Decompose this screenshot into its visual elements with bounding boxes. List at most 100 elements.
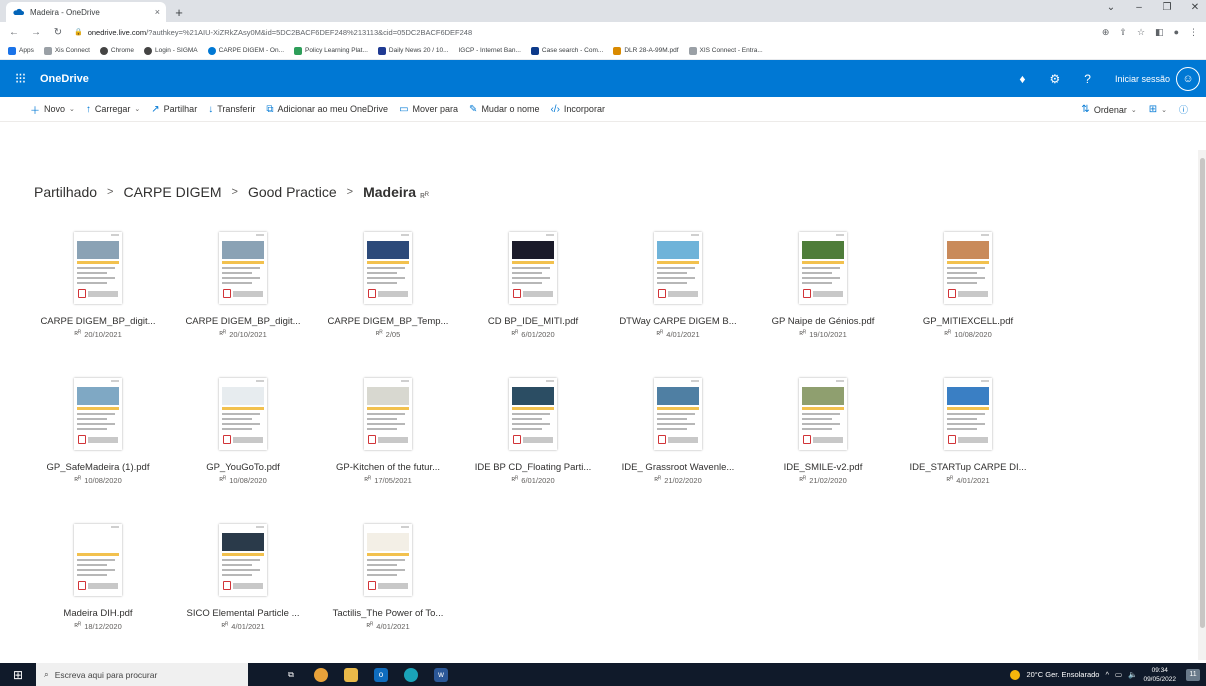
file-thumbnail[interactable] (364, 378, 412, 450)
share-page-icon[interactable]: ⇪ (1119, 27, 1127, 38)
close-window-icon[interactable]: ✕ (1188, 2, 1202, 13)
file-tile[interactable]: IDE_STARTup CARPE DI... ʀᴿ 4/01/2021 (898, 378, 1038, 485)
file-name[interactable]: IDE BP CD_Floating Parti... (463, 462, 603, 473)
breadcrumb-item-good-practice[interactable]: Good Practice (248, 184, 337, 200)
file-tile[interactable]: GP_MITIEXCELL.pdf ʀᴿ 10/08/2020 (898, 232, 1038, 339)
file-thumbnail[interactable] (74, 232, 122, 304)
file-name[interactable]: DTWay CARPE DIGEM B... (608, 316, 748, 327)
file-thumbnail[interactable] (219, 378, 267, 450)
bookmark-item[interactable]: Case search - Com... (530, 46, 603, 55)
file-tile[interactable]: Tactilis_The Power of To... ʀᴿ 4/01/2021 (318, 524, 458, 631)
file-name[interactable]: GP Naipe de Génios.pdf (753, 316, 893, 327)
sort-button[interactable]: ⇅ Ordenar ⌄ (1081, 104, 1136, 115)
rename-button[interactable]: ✎ Mudar o nome (469, 104, 539, 115)
view-switcher-button[interactable]: ⊞ ⌄ (1149, 104, 1167, 115)
file-thumbnail[interactable] (364, 232, 412, 304)
file-name[interactable]: Madeira DIH.pdf (28, 608, 168, 619)
bookmark-star-icon[interactable]: ☆ (1137, 27, 1145, 38)
add-to-onedrive-button[interactable]: ⧉ Adicionar ao meu OneDrive (266, 104, 388, 115)
file-tile[interactable]: GP-Kitchen of the futur... ʀᴿ 17/05/2021 (318, 378, 458, 485)
file-thumbnail[interactable] (509, 232, 557, 304)
file-tile[interactable]: CARPE DIGEM_BP_Temp... ʀᴿ 2/05 (318, 232, 458, 339)
bookmark-item[interactable]: Chrome (99, 46, 134, 55)
file-tile[interactable]: GP Naipe de Génios.pdf ʀᴿ 19/10/2021 (753, 232, 893, 339)
file-name[interactable]: CARPE DIGEM_BP_digit... (173, 316, 313, 327)
profile-icon[interactable]: ● (1174, 27, 1179, 38)
file-thumbnail[interactable] (509, 378, 557, 450)
avatar-person-icon[interactable]: ☺ (1176, 66, 1200, 91)
move-to-button[interactable]: ▭ Mover para (399, 104, 458, 115)
bookmark-item[interactable]: CARPE DIGEM - On... (207, 46, 284, 55)
file-thumbnail[interactable] (74, 524, 122, 596)
edge-icon[interactable] (404, 667, 418, 682)
scrollbar-thumb[interactable] (1200, 158, 1205, 628)
volume-icon[interactable]: 🔈 (1128, 670, 1137, 679)
outlook-icon[interactable]: o (374, 667, 388, 682)
download-button[interactable]: ↓ Transferir (208, 104, 255, 115)
chrome-icon[interactable] (314, 667, 328, 682)
bookmark-item[interactable]: Login - SIGMA (144, 46, 198, 55)
file-name[interactable]: CARPE DIGEM_BP_Temp... (318, 316, 458, 327)
windows-start-icon[interactable]: ⊞ (0, 668, 36, 682)
file-thumbnail[interactable] (219, 524, 267, 596)
tray-overflow-icon[interactable]: ^ (1105, 670, 1109, 679)
file-tile[interactable]: Madeira DIH.pdf ʀᴿ 18/12/2020 (28, 524, 168, 631)
tab-search-icon[interactable]: ⌄ (1104, 2, 1118, 13)
file-tile[interactable]: CD BP_IDE_MITI.pdf ʀᴿ 6/01/2020 (463, 232, 603, 339)
zoom-icon[interactable]: ⊕ (1102, 27, 1110, 38)
app-launcher-icon[interactable]: ⁝⁝⁝ (0, 70, 40, 87)
file-name[interactable]: CARPE DIGEM_BP_digit... (28, 316, 168, 327)
address-bar[interactable]: 🔒 onedrive.live.com /?authkey=%21AIU-XiZ… (74, 24, 1092, 40)
premium-diamond-icon[interactable]: ♦ (1019, 72, 1025, 86)
sidebar-icon[interactable]: ◧ (1155, 27, 1164, 38)
file-name[interactable]: IDE_SMILE-v2.pdf (753, 462, 893, 473)
network-icon[interactable]: ▭ (1115, 670, 1122, 679)
bookmark-item[interactable]: XIS Connect - Entra... (688, 46, 763, 55)
back-arrow-icon[interactable]: ← (8, 27, 20, 38)
file-thumbnail[interactable] (654, 232, 702, 304)
browser-tab[interactable]: Madeira - OneDrive × (6, 2, 166, 22)
file-name[interactable]: GP-Kitchen of the futur... (318, 462, 458, 473)
forward-arrow-icon[interactable]: → (30, 27, 42, 38)
info-icon[interactable]: ⓘ (1179, 103, 1188, 116)
file-thumbnail[interactable] (654, 378, 702, 450)
file-tile[interactable]: CARPE DIGEM_BP_digit... ʀᴿ 20/10/2021 (28, 232, 168, 339)
close-tab-icon[interactable]: × (155, 7, 160, 17)
file-explorer-icon[interactable] (344, 667, 358, 682)
sign-in-link[interactable]: Iniciar sessão (1115, 74, 1170, 84)
file-thumbnail[interactable] (799, 232, 847, 304)
bookmark-item[interactable]: Policy Learning Plat... (294, 46, 368, 55)
bookmark-item[interactable]: DLR 28-A-99M.pdf (613, 46, 679, 55)
embed-button[interactable]: ‹/› Incorporar (550, 104, 604, 115)
reload-icon[interactable]: ↻ (52, 27, 64, 38)
new-tab-button[interactable]: + (170, 3, 188, 21)
file-name[interactable]: GP_SafeMadeira (1).pdf (28, 462, 168, 473)
breadcrumb-item-carpe-digem[interactable]: CARPE DIGEM (123, 184, 221, 200)
clock[interactable]: 09:34 09/05/2022 (1143, 666, 1176, 684)
word-icon[interactable]: w (434, 667, 448, 682)
settings-gear-icon[interactable]: ⚙ (1050, 72, 1061, 86)
file-name[interactable]: CD BP_IDE_MITI.pdf (463, 316, 603, 327)
minimize-icon[interactable]: – (1132, 2, 1146, 13)
file-tile[interactable]: GP_SafeMadeira (1).pdf ʀᴿ 10/08/2020 (28, 378, 168, 485)
file-tile[interactable]: CARPE DIGEM_BP_digit... ʀᴿ 20/10/2021 (173, 232, 313, 339)
file-thumbnail[interactable] (364, 524, 412, 596)
taskbar-search-input[interactable]: ⌕ Escreva aqui para procurar (36, 663, 248, 686)
file-tile[interactable]: IDE BP CD_Floating Parti... ʀᴿ 6/01/2020 (463, 378, 603, 485)
file-tile[interactable]: IDE_SMILE-v2.pdf ʀᴿ 21/02/2020 (753, 378, 893, 485)
bookmark-item[interactable]: IGCP - Internet Ban... (459, 47, 521, 54)
weather-text[interactable]: 20°C Ger. Ensolarado (1026, 670, 1099, 679)
file-name[interactable]: Tactilis_The Power of To... (318, 608, 458, 619)
file-tile[interactable]: IDE_ Grassroot Wavenle... ʀᴿ 21/02/2020 (608, 378, 748, 485)
task-view-icon[interactable]: ⧉ (284, 668, 298, 682)
file-thumbnail[interactable] (944, 232, 992, 304)
file-thumbnail[interactable] (219, 232, 267, 304)
upload-button[interactable]: ↑ Carregar ⌄ (86, 104, 140, 115)
breadcrumb-item-shared[interactable]: Partilhado (34, 184, 97, 200)
help-icon[interactable]: ? (1084, 72, 1091, 86)
new-button[interactable]: ＋ Novo ⌄ (30, 102, 75, 117)
browser-menu-icon[interactable]: ⋮ (1189, 27, 1198, 38)
file-thumbnail[interactable] (74, 378, 122, 450)
file-name[interactable]: GP_YouGoTo.pdf (173, 462, 313, 473)
restore-icon[interactable]: ❐ (1160, 2, 1174, 13)
